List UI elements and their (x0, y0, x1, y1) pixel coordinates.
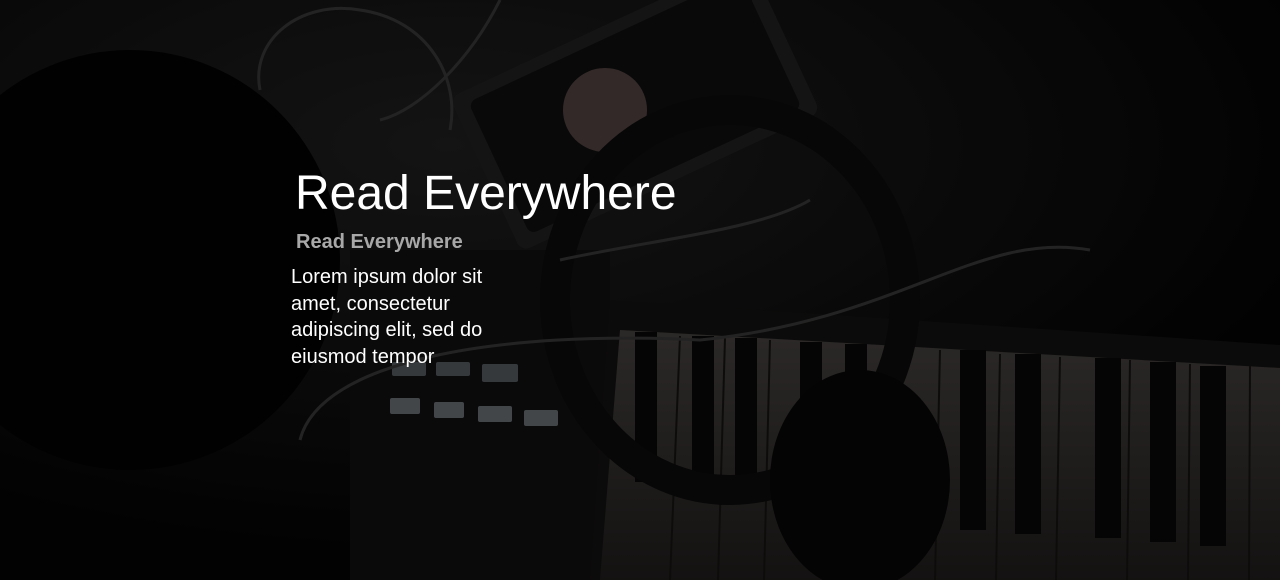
hero-body-text: Lorem ipsum dolor sit amet, consectetur … (291, 266, 483, 368)
hero-subtitle: Read Everywhere (296, 231, 463, 253)
hero-title: Read Everywhere (295, 167, 677, 220)
hero-section: Read Everywhere Read Everywhere Lorem ip… (0, 0, 1280, 580)
hero-dark-overlay (0, 0, 1280, 580)
